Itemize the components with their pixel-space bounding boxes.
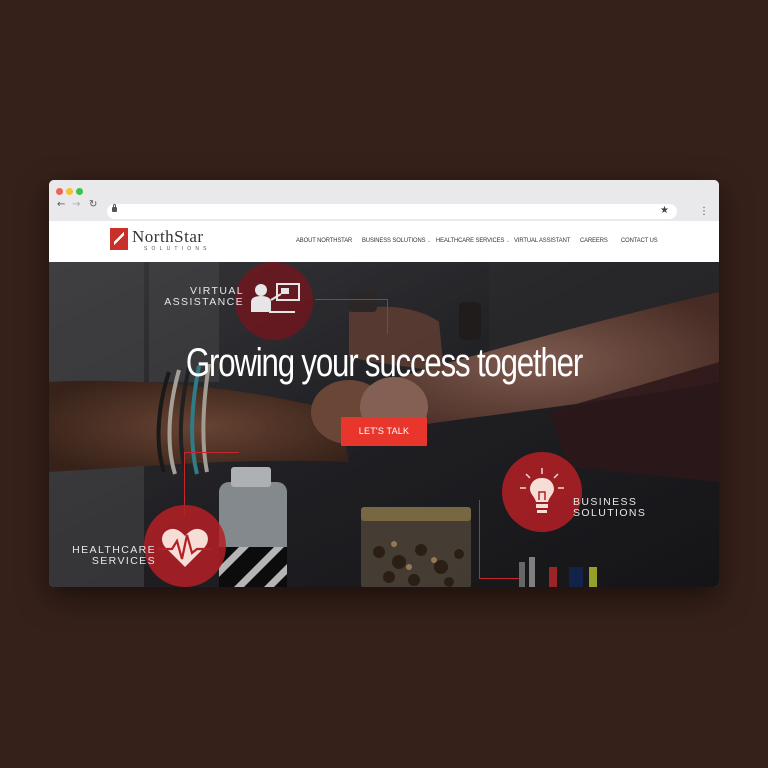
nav-item-label: VIRTUAL ASSISTANT <box>514 237 571 244</box>
nav-item-business-solutions[interactable]: BUSINESS SOLUTIONS ⌄ <box>362 237 431 244</box>
business-solutions-badge[interactable] <box>502 452 582 532</box>
connector-line <box>387 299 388 334</box>
connector-line <box>479 578 519 579</box>
healthcare-services-label: HEALTHCARE SERVICES <box>72 545 156 567</box>
nav-item-about[interactable]: ABOUT NORTHSTAR <box>296 237 352 244</box>
browser-menu-icon[interactable]: ⋮ <box>699 207 709 217</box>
close-window-button[interactable] <box>56 188 63 195</box>
forward-arrow-icon[interactable]: → <box>72 200 80 210</box>
reload-icon[interactable]: ↻ <box>89 200 97 210</box>
address-bar[interactable]: ★ <box>107 204 677 219</box>
northstar-logo[interactable]: NorthStar SOLUTIONS <box>110 226 230 254</box>
nav-item-label: CAREERS <box>580 237 608 244</box>
star-logo-icon <box>110 228 128 250</box>
logo-wordmark: NorthStar <box>132 227 204 246</box>
badge-label-line: ASSISTANCE <box>164 296 244 308</box>
back-arrow-icon[interactable]: ← <box>57 200 65 210</box>
presenter-icon <box>251 283 300 313</box>
nav-item-label: BUSINESS SOLUTIONS <box>362 237 426 244</box>
virtual-assistance-badge[interactable] <box>235 262 313 340</box>
logo-subtitle: SOLUTIONS <box>144 246 211 252</box>
lock-icon <box>112 204 117 212</box>
hero-section: VIRTUAL ASSISTANCE Growing your success … <box>49 262 719 587</box>
browser-toolbar: ← → ↻ ★ ⋮ <box>49 180 719 221</box>
nav-item-label: ABOUT NORTHSTAR <box>296 237 353 244</box>
business-solutions-label: BUSINESS SOLUTIONS <box>573 497 646 519</box>
minimize-window-button[interactable] <box>66 188 73 195</box>
browser-window: ← → ↻ ★ ⋮ NorthStar SOLUTIONS ABOUT NORT… <box>49 180 719 587</box>
virtual-assistance-label: VIRTUAL ASSISTANCE <box>164 286 244 308</box>
nav-item-contact[interactable]: CONTACT US <box>621 237 658 244</box>
connector-line <box>315 299 387 300</box>
chevron-down-icon: ⌄ <box>505 238 510 244</box>
lets-talk-button[interactable]: LET'S TALK <box>341 417 427 446</box>
site-header: NorthStar SOLUTIONS ABOUT NORTHSTAR BUSI… <box>49 221 719 262</box>
hero-headline: Growing your success together <box>185 341 583 385</box>
connector-line <box>479 500 480 578</box>
nav-item-virtual-assistant[interactable]: VIRTUAL ASSISTANT <box>514 237 570 244</box>
healthcare-services-badge[interactable] <box>144 505 226 587</box>
chevron-down-icon: ⌄ <box>426 238 431 244</box>
nav-item-label: CONTACT US <box>621 237 658 244</box>
nav-item-healthcare-services[interactable]: HEALTHCARE SERVICES ⌄ <box>436 237 510 244</box>
lightbulb-icon <box>520 468 564 513</box>
badge-label-line: SERVICES <box>91 555 156 567</box>
heartbeat-icon <box>158 528 212 567</box>
bookmark-star-icon[interactable]: ★ <box>660 205 669 216</box>
connector-line <box>184 452 239 453</box>
nav-item-careers[interactable]: CAREERS <box>580 237 608 244</box>
badge-label-line: SOLUTIONS <box>573 507 647 519</box>
maximize-window-button[interactable] <box>76 188 83 195</box>
nav-item-label: HEALTHCARE SERVICES <box>436 237 505 244</box>
